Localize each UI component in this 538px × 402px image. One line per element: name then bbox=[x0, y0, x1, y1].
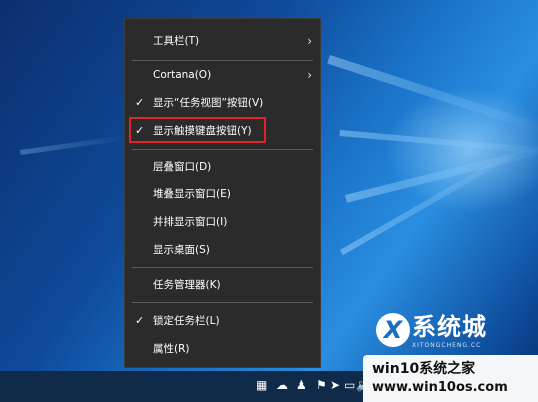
taskbar-context-menu: 工具栏(T) › Cortana(O) › ✓ 显示“任务视图”按钮(V) ✓ … bbox=[124, 18, 321, 368]
checkmark-icon: ✓ bbox=[135, 314, 145, 327]
touch-keyboard-icon[interactable]: ▦ bbox=[256, 376, 267, 394]
network-icon[interactable]: ▭ bbox=[344, 376, 355, 394]
watermark-brand-name: win10系统之家 bbox=[372, 361, 476, 377]
menu-item-lock-taskbar[interactable]: ✓ 锁定任务栏(L) bbox=[125, 308, 320, 334]
menu-item-side-by-side-windows[interactable]: 并排显示窗口(I) bbox=[125, 209, 320, 235]
menu-item-label: 堆叠显示窗口(E) bbox=[153, 188, 231, 200]
flag-icon[interactable]: ⚑ bbox=[316, 376, 327, 394]
menu-item-task-manager[interactable]: 任务管理器(K) bbox=[125, 272, 320, 298]
cloud-icon[interactable]: ☁ bbox=[276, 376, 288, 394]
user-icon[interactable]: ♟ bbox=[296, 376, 307, 394]
menu-item-label: 显示桌面(S) bbox=[153, 244, 210, 256]
menu-separator bbox=[132, 302, 313, 303]
menu-item-label: 属性(R) bbox=[153, 343, 190, 355]
menu-item-label: 并排显示窗口(I) bbox=[153, 216, 228, 228]
chevron-right-icon: › bbox=[307, 34, 312, 48]
menu-item-label: 锁定任务栏(L) bbox=[153, 315, 220, 327]
wallpaper-light-beam bbox=[340, 140, 534, 256]
wallpaper-light-beam bbox=[327, 55, 538, 135]
menu-separator bbox=[132, 267, 313, 268]
telegram-icon[interactable]: ➤ bbox=[330, 376, 340, 394]
checkmark-icon: ✓ bbox=[135, 96, 145, 109]
menu-item-stack-windows[interactable]: 堆叠显示窗口(E) bbox=[125, 181, 320, 207]
wallpaper-light-beam bbox=[20, 134, 130, 155]
watermark-title: 系统城 bbox=[412, 313, 487, 341]
menu-item-label: 层叠窗口(D) bbox=[153, 161, 212, 173]
watermark-brand-url: www.win10os.com bbox=[372, 380, 508, 395]
menu-item-label: 工具栏(T) bbox=[153, 35, 200, 47]
menu-item-toolbars[interactable]: 工具栏(T) › bbox=[125, 28, 320, 54]
menu-item-cascade-windows[interactable]: 层叠窗口(D) bbox=[125, 154, 320, 180]
menu-item-label: Cortana(O) bbox=[153, 69, 212, 81]
menu-item-properties[interactable]: 属性(R) bbox=[125, 336, 320, 362]
xitongcheng-logo: X bbox=[376, 313, 410, 347]
menu-separator bbox=[132, 149, 313, 150]
menu-item-show-desktop[interactable]: 显示桌面(S) bbox=[125, 237, 320, 263]
highlight-box bbox=[129, 117, 266, 143]
menu-item-show-task-view-button[interactable]: ✓ 显示“任务视图”按钮(V) bbox=[125, 90, 320, 116]
menu-item-label: 任务管理器(K) bbox=[153, 279, 221, 291]
chevron-right-icon: › bbox=[307, 68, 312, 82]
menu-separator bbox=[132, 60, 313, 61]
menu-item-label: 显示“任务视图”按钮(V) bbox=[153, 97, 264, 109]
watermark-subtitle: XITONGCHENG.CC bbox=[412, 342, 482, 349]
menu-item-cortana[interactable]: Cortana(O) › bbox=[125, 62, 320, 88]
